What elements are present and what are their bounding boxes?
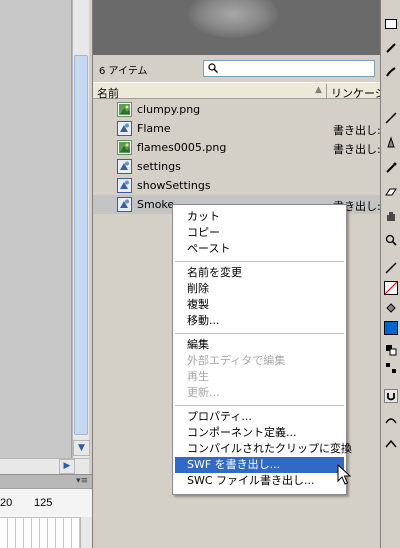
bitmap-icon: [117, 102, 132, 117]
library-item[interactable]: clumpy.png: [93, 100, 381, 119]
item-linkage: 書き出し:: [333, 143, 381, 156]
item-name: showSettings: [137, 179, 211, 192]
no-color-icon[interactable]: [383, 360, 399, 376]
item-name: flames0005.png: [137, 141, 227, 154]
menu-item-convert-compiled-clip[interactable]: コンパイルされたクリップに変換: [175, 441, 352, 457]
frame-number: 20: [0, 497, 13, 509]
timeline-frames[interactable]: [0, 517, 80, 548]
library-column-header: 名前 ▲ リンケージ: [93, 82, 386, 101]
straighten-tool-icon[interactable]: [383, 436, 399, 452]
timeline-ruler[interactable]: 20 125: [0, 488, 92, 548]
stroke-swatch-icon[interactable]: [383, 280, 399, 296]
item-name: clumpy.png: [137, 103, 201, 116]
movieclip-icon: [117, 197, 132, 212]
library-toolbar: 6 アイテム: [93, 58, 381, 80]
fill-color-icon[interactable]: [383, 300, 399, 316]
item-name: Smoke: [137, 198, 175, 211]
pencil-tool-icon[interactable]: [383, 40, 399, 56]
mouse-cursor-icon: [337, 464, 351, 485]
menu-item-play: 再生: [187, 370, 209, 383]
item-linkage: 書き出し:: [333, 124, 381, 137]
brush-tool-icon[interactable]: [383, 64, 399, 80]
column-name-header[interactable]: 名前: [97, 85, 119, 101]
menu-item-export-swc[interactable]: SWC ファイル書き出し...: [175, 473, 344, 489]
library-preview: [93, 0, 381, 55]
stage-horizontal-scrollbar[interactable]: ▶: [0, 458, 89, 474]
menu-item-paste[interactable]: ペースト: [175, 241, 344, 257]
zoom-tool-icon[interactable]: [383, 232, 399, 248]
menu-separator: [175, 261, 344, 262]
snap-magnet-icon[interactable]: [383, 388, 399, 404]
menu-item-duplicate[interactable]: 複製: [175, 297, 344, 313]
column-linkage-header[interactable]: リンケージ: [331, 85, 386, 101]
menu-item-move[interactable]: 移動...: [175, 313, 344, 329]
frame-number: 125: [34, 497, 53, 509]
fill-swatch-icon[interactable]: [383, 320, 399, 336]
search-icon: [208, 63, 218, 73]
tools-panel: [380, 0, 400, 548]
movieclip-icon: [117, 178, 132, 193]
menu-item-component-definition[interactable]: コンポーネント定義...: [175, 425, 344, 441]
stage-area[interactable]: [0, 0, 72, 458]
item-count: 6 アイテム: [99, 66, 148, 77]
movieclip-icon: [117, 121, 132, 136]
menu-item-properties[interactable]: プロパティ...: [175, 409, 344, 425]
item-name: settings: [137, 160, 181, 173]
swap-colors-icon[interactable]: [383, 342, 399, 358]
smooth-tool-icon[interactable]: [383, 412, 399, 428]
preview-image: [188, 0, 278, 38]
library-item[interactable]: settings: [93, 157, 381, 176]
library-item[interactable]: Flame 書き出し:: [93, 119, 381, 138]
movieclip-icon: [117, 159, 132, 174]
menu-item-update: 更新...: [187, 386, 220, 399]
menu-item-cut[interactable]: カット: [175, 209, 344, 225]
scrollbar-thumb[interactable]: [74, 55, 88, 435]
menu-item-delete[interactable]: 削除: [175, 281, 344, 297]
menu-item-edit[interactable]: 編集: [175, 337, 344, 353]
stage-vertical-scrollbar[interactable]: ▼: [72, 0, 90, 458]
menu-item-copy[interactable]: コピー: [175, 225, 344, 241]
menu-item-export-swf[interactable]: SWF を書き出し...: [175, 457, 344, 473]
item-name: Flame: [137, 122, 171, 135]
menu-item-edit-external: 外部エディタで編集: [187, 354, 286, 367]
rectangle-tool-icon[interactable]: [383, 16, 399, 32]
timeline-header: ▾≡: [0, 474, 92, 488]
sort-arrow-icon[interactable]: ▲: [315, 85, 322, 95]
library-item[interactable]: showSettings: [93, 176, 381, 195]
stroke-color-icon[interactable]: [383, 260, 399, 276]
library-search-input[interactable]: [203, 60, 375, 77]
line-tool-icon[interactable]: [383, 110, 399, 126]
ink-bottle-tool-icon[interactable]: [383, 134, 399, 150]
menu-separator: [175, 333, 344, 334]
scroll-right-arrow-icon[interactable]: ▶: [59, 459, 75, 474]
menu-item-rename[interactable]: 名前を変更: [175, 265, 344, 281]
eraser-tool-icon[interactable]: [383, 184, 399, 200]
menu-separator: [175, 405, 344, 406]
column-divider[interactable]: [326, 84, 327, 98]
bitmap-icon: [117, 140, 132, 155]
library-item-list: clumpy.png Flame 書き出し: flames0005.png 書き…: [93, 100, 381, 220]
timeline-scrollbar[interactable]: [80, 517, 92, 548]
hand-tool-icon[interactable]: [383, 208, 399, 224]
panel-menu-icon[interactable]: ▾≡: [76, 475, 88, 488]
scroll-down-arrow-icon[interactable]: ▼: [73, 440, 90, 456]
eyedropper-tool-icon[interactable]: [383, 160, 399, 176]
library-item[interactable]: flames0005.png 書き出し:: [93, 138, 381, 157]
context-menu: カット コピー ペースト 名前を変更 削除 複製 移動... 編集 外部エディタ…: [172, 204, 352, 495]
